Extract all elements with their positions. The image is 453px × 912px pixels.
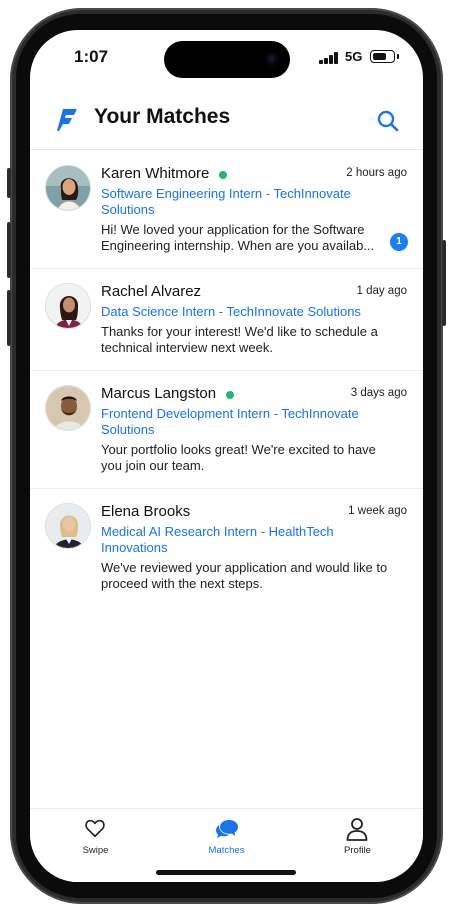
volume-down-button — [7, 290, 11, 346]
mute-switch — [7, 168, 11, 198]
search-icon[interactable] — [373, 106, 403, 136]
battery-icon — [370, 50, 395, 63]
match-name: Elena Brooks — [101, 503, 191, 520]
home-indicator[interactable] — [156, 870, 296, 875]
tab-label: Matches — [208, 845, 245, 856]
tab-matches[interactable]: Matches — [161, 809, 292, 861]
match-name: Rachel Alvarez — [101, 283, 202, 300]
match-name: Marcus Langston — [101, 385, 217, 402]
match-row[interactable]: Rachel Alvarez 1 day ago Data Science In… — [30, 269, 423, 371]
match-message-preview: We've reviewed your application and woul… — [101, 560, 388, 591]
match-time: 2 hours ago — [346, 167, 407, 179]
match-message-preview: Your portfolio looks great! We're excite… — [101, 442, 376, 473]
avatar — [45, 165, 91, 211]
tab-label: Profile — [344, 845, 371, 856]
power-button — [442, 240, 446, 326]
match-row[interactable]: Marcus Langston 3 days ago Frontend Deve… — [30, 371, 423, 489]
avatar — [45, 283, 91, 329]
tab-swipe[interactable]: Swipe — [30, 809, 161, 861]
status-time: 1:07 — [74, 47, 109, 66]
f-logo-icon — [57, 109, 77, 131]
match-row[interactable]: Elena Brooks 1 week ago Medical AI Resea… — [30, 489, 423, 607]
status-bar: 1:07 5G — [30, 30, 423, 84]
unread-badge: 1 — [390, 233, 408, 251]
tab-profile[interactable]: Profile — [292, 809, 423, 861]
page-title: Your Matches — [94, 105, 231, 128]
match-role[interactable]: Software Engineering Intern - TechInnova… — [101, 186, 391, 218]
person-icon — [346, 818, 368, 841]
match-name: Karen Whitmore — [101, 165, 210, 182]
online-status-dot — [226, 391, 234, 399]
match-time: 3 days ago — [350, 387, 407, 399]
online-status-dot — [219, 171, 227, 179]
tab-label: Swipe — [82, 845, 109, 856]
battery-tip — [397, 54, 399, 59]
chat-bubbles-icon — [216, 820, 238, 838]
heart-icon — [85, 819, 105, 838]
match-role[interactable]: Medical AI Research Intern - HealthTech … — [101, 524, 391, 556]
avatar — [45, 385, 91, 431]
network-label: 5G — [345, 49, 363, 64]
dynamic-island — [164, 41, 290, 78]
match-message-preview: Hi! We loved your application for the So… — [101, 222, 375, 253]
match-role[interactable]: Frontend Development Intern - TechInnova… — [101, 406, 391, 438]
volume-up-button — [7, 222, 11, 278]
match-role[interactable]: Data Science Intern - TechInnovate Solut… — [101, 304, 391, 320]
app-header: Your Matches — [30, 94, 423, 150]
signal-icon — [319, 52, 339, 64]
match-row[interactable]: Karen Whitmore 2 hours ago Software Engi… — [30, 151, 423, 269]
matches-list: Karen Whitmore 2 hours ago Software Engi… — [30, 151, 423, 607]
match-time: 1 week ago — [348, 505, 407, 517]
camera-icon — [266, 53, 278, 65]
app-screen: 1:07 5G Your Matches Karen Whitmore 2 ho… — [30, 30, 423, 882]
match-message-preview: Thanks for your interest! We'd like to s… — [101, 324, 378, 355]
avatar — [45, 503, 91, 549]
match-time: 1 day ago — [356, 285, 407, 297]
